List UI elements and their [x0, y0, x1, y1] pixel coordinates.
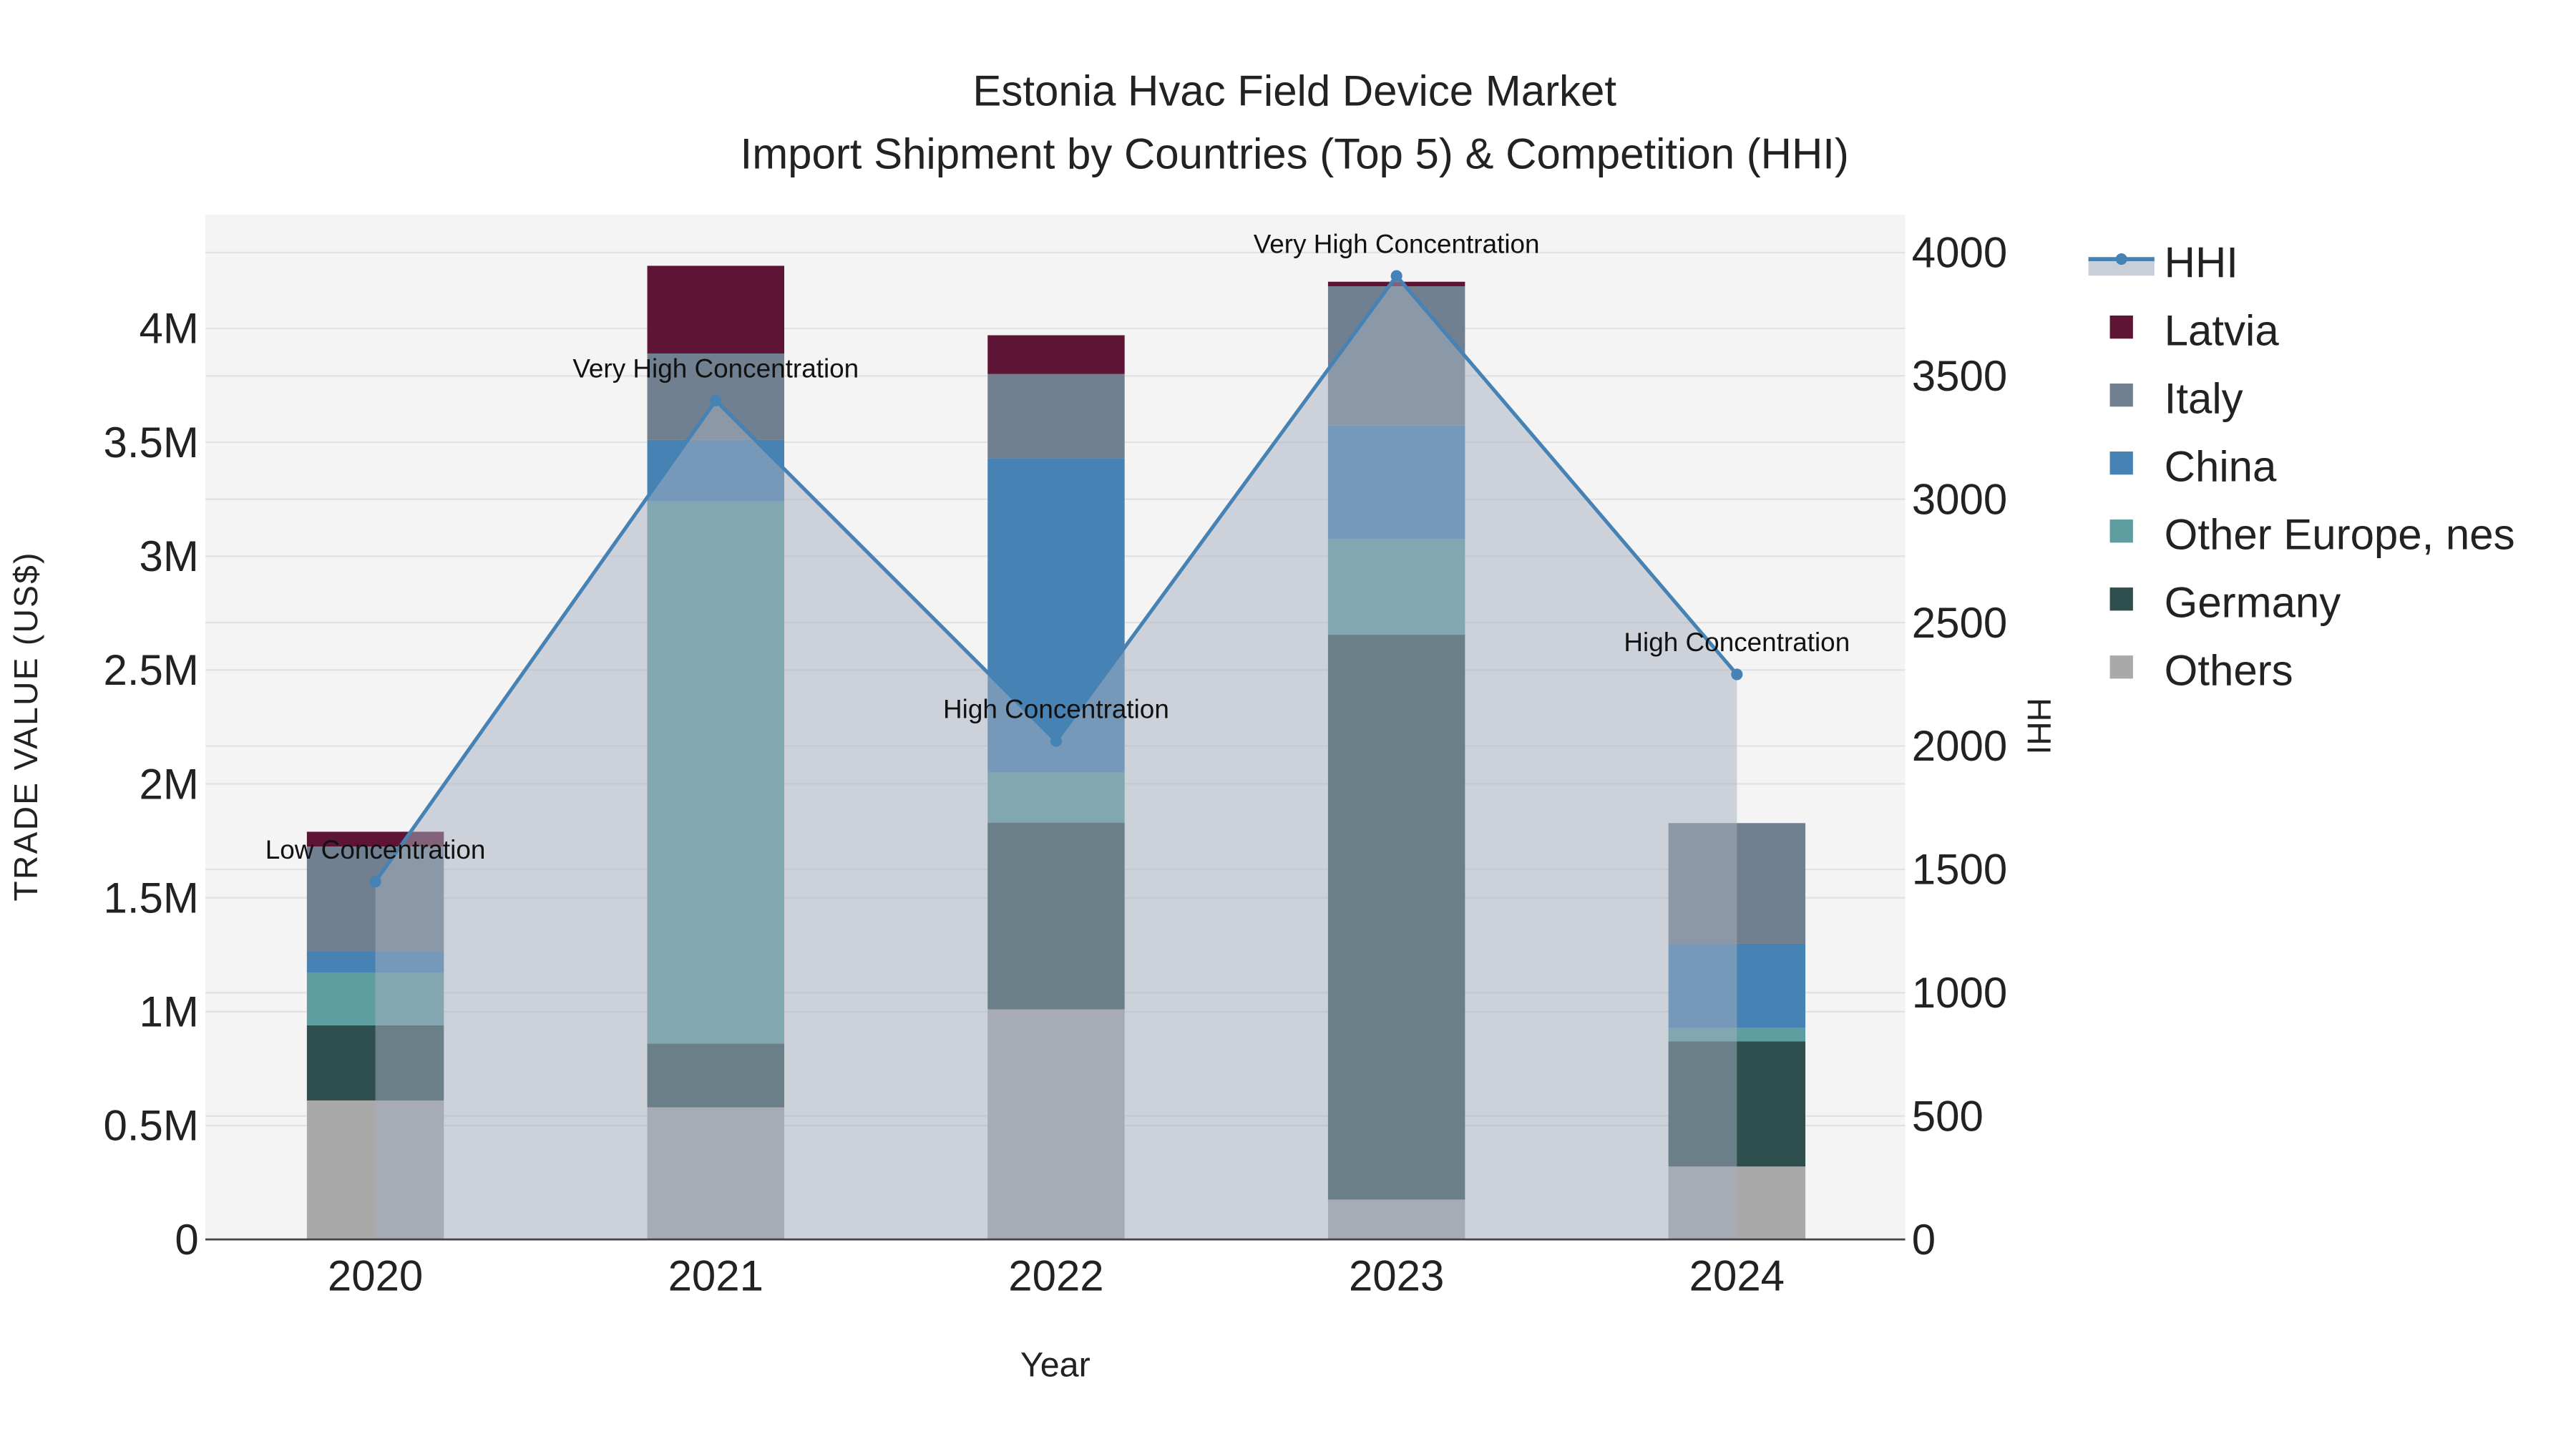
y-tick-label: 0.5M	[103, 1102, 198, 1150]
legend-label: Others	[2165, 647, 2293, 695]
y2-axis-ticks: 0 500 1000 1500 2000 2500 3000 3500 4000	[1912, 229, 2007, 1264]
bar-latvia-2022	[987, 335, 1125, 374]
bar-latvia-2021	[647, 265, 784, 353]
legend-swatch-others	[2109, 655, 2133, 679]
y-axis-title: TRADE VALUE (US$)	[7, 551, 44, 901]
y2-tick-label: 500	[1912, 1092, 1984, 1140]
legend-swatch-latvia	[2109, 315, 2133, 339]
legend-label: Other Europe, nes	[2165, 511, 2515, 559]
legend: HHI Latvia Italy China Other Europe, nes Germ…	[2088, 238, 2515, 695]
y2-tick-label: 1500	[1912, 846, 2007, 894]
chart: Low Concentration Very High Concentration…	[7, 67, 2515, 1385]
x-tick-label: 2024	[1689, 1252, 1785, 1300]
y2-tick-label: 0	[1912, 1216, 1936, 1264]
hhi-point-2022	[1050, 735, 1063, 747]
y-tick-label: 1M	[139, 988, 198, 1036]
legend-label: Italy	[2165, 375, 2243, 423]
hhi-annotation: Very High Concentration	[572, 353, 859, 383]
hhi-annotation: High Concentration	[943, 694, 1169, 723]
legend-swatch-other-europe-nes	[2109, 519, 2133, 543]
legend-label: China	[2165, 443, 2277, 491]
x-axis-title: Year	[1020, 1346, 1091, 1385]
y-tick-label: 1.5M	[103, 874, 198, 922]
hhi-annotation: Very High Concentration	[1254, 229, 1540, 258]
y2-tick-label: 3000	[1912, 475, 2007, 523]
y-tick-label: 4M	[139, 305, 198, 353]
y2-tick-label: 4000	[1912, 229, 2007, 277]
hhi-annotation: Low Concentration	[265, 835, 486, 864]
y-tick-label: 0	[175, 1216, 198, 1264]
y-tick-label: 2M	[139, 760, 198, 808]
legend-swatch-germany	[2109, 587, 2133, 611]
legend-label: Latvia	[2165, 306, 2280, 354]
legend-hhi-marker	[2115, 253, 2127, 265]
x-tick-label: 2022	[1008, 1252, 1103, 1300]
hhi-point-2024	[1731, 668, 1743, 680]
hhi-annotation: High Concentration	[1624, 628, 1850, 657]
x-tick-label: 2021	[668, 1252, 763, 1300]
y2-axis-title: HHI	[2020, 698, 2057, 754]
hhi-point-2023	[1390, 270, 1402, 282]
chart-subtitle: Import Shipment by Countries (Top 5) & C…	[741, 130, 1849, 177]
x-tick-label: 2023	[1349, 1252, 1444, 1300]
hhi-point-2021	[710, 394, 722, 406]
legend-swatch-italy	[2109, 384, 2133, 407]
legend-label: Germany	[2165, 579, 2341, 627]
y2-tick-label: 1000	[1912, 969, 2007, 1017]
hhi-point-2020	[369, 876, 381, 888]
bar-italy-2022	[987, 374, 1125, 459]
x-tick-label: 2020	[328, 1252, 423, 1300]
y-tick-label: 3M	[139, 532, 198, 580]
y-axis-ticks: 0 0.5M 1M 1.5M 2M 2.5M 3M 3.5M 4M	[103, 305, 198, 1264]
x-axis-ticks: 2020 2021 2022 2023 2024	[328, 1252, 1785, 1300]
y-tick-label: 3.5M	[103, 419, 198, 467]
y2-tick-label: 2000	[1912, 722, 2007, 770]
legend-swatch-china	[2109, 452, 2133, 475]
y2-tick-label: 2500	[1912, 599, 2007, 647]
y-tick-label: 2.5M	[103, 646, 198, 694]
chart-title: Estonia Hvac Field Device Market	[972, 67, 1616, 115]
legend-label: HHI	[2165, 238, 2238, 286]
y2-tick-label: 3500	[1912, 352, 2007, 400]
